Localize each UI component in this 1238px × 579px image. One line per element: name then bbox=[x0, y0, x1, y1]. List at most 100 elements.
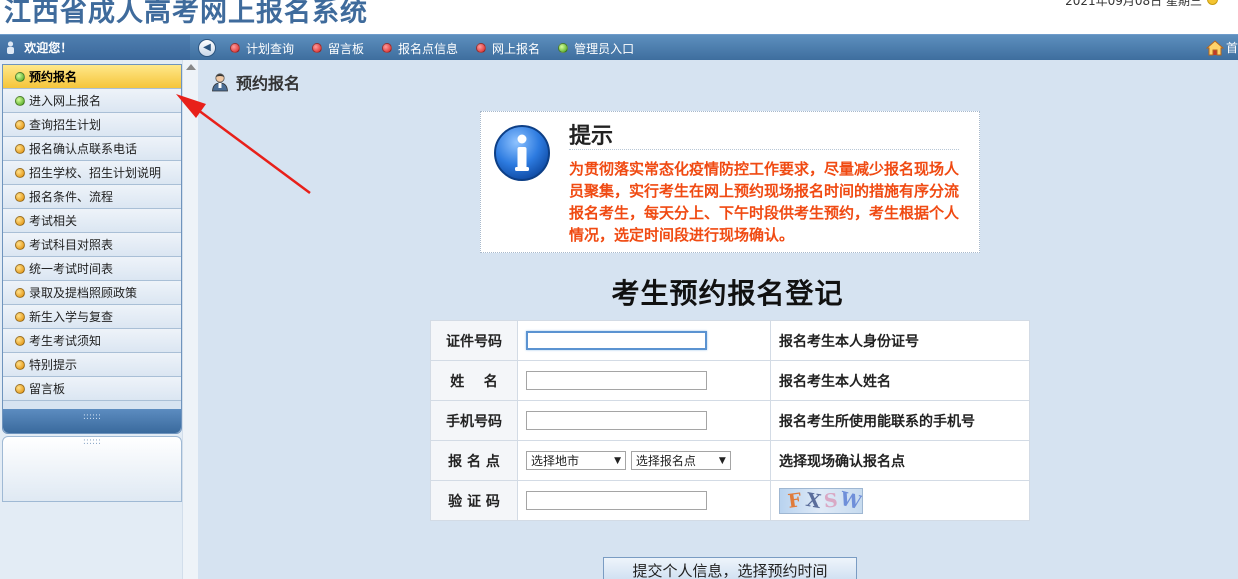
sidebar-menu: 预约报名 进入网上报名 查询招生计划 报名确认点联系电话 招生学校、招生计划说明… bbox=[3, 65, 181, 401]
nav-item-label: 计划查询 bbox=[246, 41, 295, 56]
sidebar-item-enrollment-plan[interactable]: 查询招生计划 bbox=[3, 113, 181, 137]
top-nav-bar: 欢迎您！ ◀ 计划查询 留言板 报名点信息 网上报名 管理员入口 首 bbox=[0, 34, 1238, 61]
sidebar-item-online-registration[interactable]: 进入网上报名 bbox=[3, 89, 181, 113]
sidebar-item-appointment[interactable]: 预约报名 bbox=[3, 65, 181, 89]
nav-item-admin-entry[interactable]: 管理员入口 bbox=[558, 40, 634, 57]
page-title: 预约报名 bbox=[236, 74, 301, 93]
nav-item-message-board[interactable]: 留言板 bbox=[312, 40, 364, 57]
nav-item-label: 管理员入口 bbox=[574, 41, 635, 56]
name-field-cell bbox=[517, 360, 771, 401]
sidebar-item-label: 新生入学与复查 bbox=[29, 309, 114, 324]
phone-field-cell bbox=[517, 400, 771, 441]
table-row: 证件号码 报名考生本人身份证号 bbox=[430, 320, 1030, 361]
sidebar-item-enrollment-review[interactable]: 新生入学与复查 bbox=[3, 305, 181, 329]
orange-dot-icon bbox=[15, 143, 25, 154]
sidebar-item-label: 考试科目对照表 bbox=[29, 237, 114, 252]
site-select[interactable]: 选择报名点 ▼ bbox=[630, 451, 731, 470]
table-row: 报 名 点 选择地市 ▼ 选择报名点 ▼ 选择现场确认报名点 bbox=[430, 440, 1030, 481]
orange-dot-icon bbox=[15, 215, 25, 226]
phone-input[interactable] bbox=[526, 411, 707, 430]
nav-item-label: 报名点信息 bbox=[398, 41, 459, 56]
city-select[interactable]: 选择地市 ▼ bbox=[526, 451, 626, 470]
sidebar-item-message-board[interactable]: 留言板 bbox=[3, 377, 181, 401]
table-row: 姓 名 报名考生本人姓名 bbox=[430, 360, 1030, 401]
table-row: 手机号码 报名考生所使用能联系的手机号 bbox=[430, 400, 1030, 441]
sidebar-menu-panel: 预约报名 进入网上报名 查询招生计划 报名确认点联系电话 招生学校、招生计划说明… bbox=[2, 64, 182, 434]
notice-divider bbox=[569, 149, 959, 150]
sidebar-item-conditions[interactable]: 报名条件、流程 bbox=[3, 185, 181, 209]
orange-dot-icon bbox=[15, 263, 25, 274]
captcha-char: W bbox=[837, 487, 863, 514]
green-dot-icon bbox=[15, 95, 25, 106]
captcha-char: X bbox=[804, 488, 823, 513]
sidebar-item-exam-notice[interactable]: 考生考试须知 bbox=[3, 329, 181, 353]
site-hint: 选择现场确认报名点 bbox=[770, 440, 1030, 481]
page-header-bar: 江西省成人高考网上报名系统 2021年09月08日 星期三 bbox=[0, 0, 1238, 34]
orange-dot-icon bbox=[15, 191, 25, 202]
home-icon bbox=[1205, 39, 1224, 55]
sidebar-item-contact-phones[interactable]: 报名确认点联系电话 bbox=[3, 137, 181, 161]
welcome-panel: 欢迎您！ bbox=[0, 35, 190, 61]
nav-item-label: 留言板 bbox=[328, 41, 365, 56]
panel-collapse-handle[interactable]: :::::: bbox=[3, 409, 181, 433]
phone-label: 手机号码 bbox=[430, 400, 518, 441]
sidebar-item-label: 录取及提档照顾政策 bbox=[29, 285, 138, 300]
sidebar-item-label: 考生考试须知 bbox=[29, 333, 102, 348]
weather-icon bbox=[1207, 0, 1218, 5]
notice-box: 提示 为贯彻落实常态化疫情防控工作要求，尽量减少报名现场人员聚集，实行考生在网上… bbox=[480, 111, 980, 253]
sidebar-item-admission-policy[interactable]: 录取及提档照顾政策 bbox=[3, 281, 181, 305]
sidebar-item-label: 报名确认点联系电话 bbox=[29, 141, 138, 156]
id-label: 证件号码 bbox=[430, 320, 518, 361]
sidebar-item-special-notice[interactable]: 特别提示 bbox=[3, 353, 181, 377]
nav-item-plan-query[interactable]: 计划查询 bbox=[230, 40, 294, 57]
captcha-label: 验 证 码 bbox=[430, 480, 518, 521]
id-field-cell bbox=[517, 320, 771, 361]
id-hint: 报名考生本人身份证号 bbox=[770, 320, 1030, 361]
orange-dot-icon bbox=[15, 287, 25, 298]
main-content: 预约报名 提示 为贯彻落实常态化疫情防控工作要求，尽量减少报名现场人员聚集，实行… bbox=[198, 60, 1238, 579]
notice-title: 提示 bbox=[569, 124, 614, 149]
sidebar-item-exam-schedule[interactable]: 统一考试时间表 bbox=[3, 257, 181, 281]
orange-dot-icon bbox=[15, 239, 25, 250]
sidebar-item-schools-plan[interactable]: 招生学校、招生计划说明 bbox=[3, 161, 181, 185]
user-icon bbox=[6, 37, 15, 54]
table-row: 验 证 码 F X S W bbox=[430, 480, 1030, 521]
info-icon bbox=[494, 125, 550, 181]
site-title: 江西省成人高考网上报名系统 bbox=[4, 0, 368, 28]
sidebar-item-label: 统一考试时间表 bbox=[29, 261, 114, 276]
sidebar-toggle-button[interactable]: ◀ bbox=[198, 39, 216, 57]
site-label: 报 名 点 bbox=[430, 440, 518, 481]
sidebar-item-label: 预约报名 bbox=[29, 69, 78, 84]
sidebar-lower-panel: :::::: bbox=[2, 436, 182, 502]
sidebar: 预约报名 进入网上报名 查询招生计划 报名确认点联系电话 招生学校、招生计划说明… bbox=[0, 60, 198, 579]
orange-dot-icon bbox=[15, 359, 25, 370]
sidebar-item-label: 报名条件、流程 bbox=[29, 189, 114, 204]
id-number-input[interactable] bbox=[526, 331, 707, 350]
dropdown-arrow-icon: ▼ bbox=[718, 455, 726, 466]
captcha-char: F bbox=[786, 488, 803, 513]
sidebar-item-label: 进入网上报名 bbox=[29, 93, 102, 108]
phone-hint: 报名考生所使用能联系的手机号 bbox=[770, 400, 1030, 441]
captcha-image[interactable]: F X S W bbox=[779, 487, 863, 514]
nav-item-online-registration[interactable]: 网上报名 bbox=[476, 40, 540, 57]
welcome-text: 欢迎您！ bbox=[24, 41, 73, 55]
sidebar-item-exam-related[interactable]: 考试相关 bbox=[3, 209, 181, 233]
name-input[interactable] bbox=[526, 371, 707, 390]
captcha-input[interactable] bbox=[526, 491, 707, 510]
red-dot-icon bbox=[476, 43, 487, 53]
site-field-cell: 选择地市 ▼ 选择报名点 ▼ bbox=[517, 440, 771, 481]
dropdown-arrow-icon: ▼ bbox=[614, 455, 621, 466]
grip-handle[interactable]: :::::: bbox=[3, 437, 181, 447]
scroll-up-icon[interactable] bbox=[186, 64, 196, 70]
green-dot-icon bbox=[558, 43, 569, 53]
home-link[interactable]: 首 bbox=[1205, 39, 1238, 56]
nav-item-site-info[interactable]: 报名点信息 bbox=[382, 40, 458, 57]
sidebar-item-label: 留言板 bbox=[29, 381, 66, 396]
sidebar-item-subject-table[interactable]: 考试科目对照表 bbox=[3, 233, 181, 257]
registration-form-table: 证件号码 报名考生本人身份证号 姓 名 报名考生本人姓名 手机号码 报名考生所使… bbox=[430, 320, 1030, 521]
name-hint: 报名考生本人姓名 bbox=[770, 360, 1030, 401]
sidebar-scrollbar[interactable] bbox=[182, 60, 198, 579]
nav-menu: 计划查询 留言板 报名点信息 网上报名 管理员入口 bbox=[230, 35, 652, 61]
submit-button[interactable]: 提交个人信息，选择预约时间 bbox=[603, 557, 857, 579]
orange-dot-icon bbox=[15, 383, 25, 394]
